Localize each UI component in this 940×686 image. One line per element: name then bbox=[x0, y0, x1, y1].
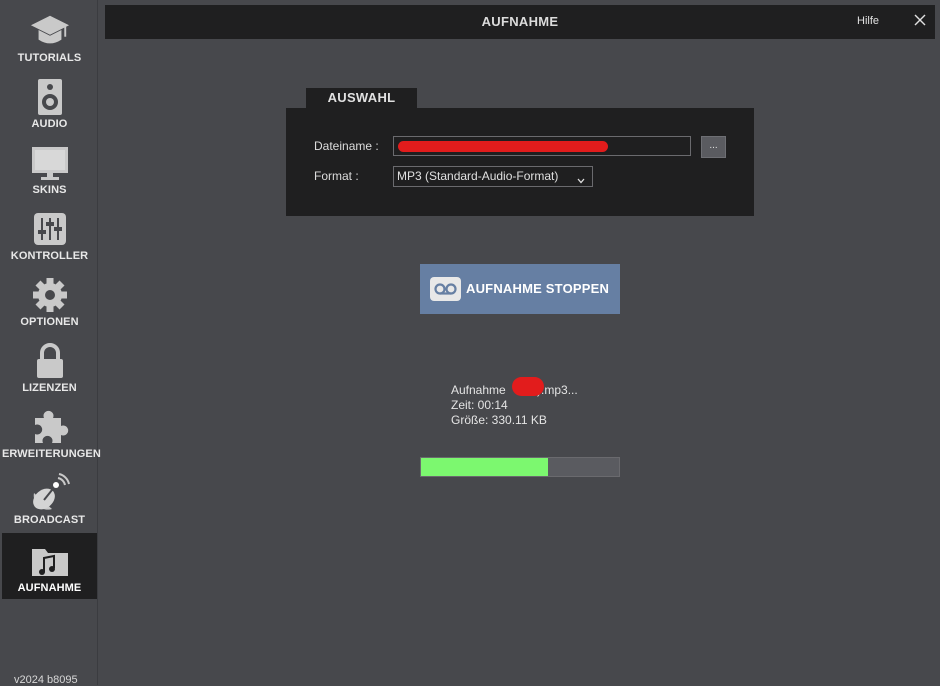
sidebar-item-audio[interactable]: AUDIO bbox=[2, 69, 97, 135]
format-select[interactable]: MP3 (Standard-Audio-Format) bbox=[393, 166, 593, 187]
stop-recording-button[interactable]: AUFNAHME STOPPEN bbox=[420, 264, 620, 314]
sidebar-item-skins[interactable]: SKINS bbox=[2, 135, 97, 201]
progress-fill bbox=[421, 458, 548, 476]
recording-progress-bar bbox=[420, 457, 620, 477]
monitor-icon bbox=[30, 143, 70, 183]
graduation-cap-icon bbox=[30, 11, 70, 51]
sidebar-item-optionen[interactable]: OPTIONEN bbox=[2, 267, 97, 333]
version-label: v2024 b8095 bbox=[14, 674, 78, 686]
browse-button[interactable]: ... bbox=[701, 136, 726, 158]
sidebar-item-label: OPTIONEN bbox=[20, 316, 79, 328]
sidebar-item-aufnahme[interactable]: AUFNAHME bbox=[2, 533, 97, 599]
sidebar-item-label: AUDIO bbox=[31, 118, 68, 130]
redaction-mark bbox=[512, 377, 544, 396]
sidebar-item-kontroller[interactable]: KONTROLLER bbox=[2, 201, 97, 267]
recording-size: Größe: 330.11 KB bbox=[451, 413, 547, 427]
sidebar-item-label: KONTROLLER bbox=[10, 250, 89, 262]
music-folder-icon bbox=[30, 541, 70, 581]
format-select-value: MP3 (Standard-Audio-Format) bbox=[397, 169, 559, 183]
recording-file-prefix: Aufnahme bbox=[451, 383, 510, 397]
selection-panel: Dateiname : ... Format : MP3 (Standard-A… bbox=[286, 108, 754, 216]
close-icon[interactable] bbox=[913, 13, 927, 27]
help-link[interactable]: Hilfe bbox=[857, 15, 879, 27]
sidebar: TUTORIALS AUDIO SKINS KONTROLLER OPTIONE… bbox=[0, 0, 101, 686]
sidebar-item-label: BROADCAST bbox=[13, 514, 86, 526]
redaction-mark bbox=[398, 141, 608, 152]
sidebar-item-label: AUFNAHME bbox=[17, 582, 82, 594]
satellite-dish-icon bbox=[30, 473, 70, 513]
speaker-icon bbox=[30, 77, 70, 117]
puzzle-icon bbox=[30, 407, 70, 447]
voicemail-icon bbox=[430, 277, 461, 306]
sidebar-item-tutorials[interactable]: TUTORIALS bbox=[2, 3, 97, 69]
filename-label: Dateiname : bbox=[314, 139, 379, 153]
sidebar-item-broadcast[interactable]: BROADCAST bbox=[2, 465, 97, 531]
gear-icon bbox=[30, 275, 70, 315]
recording-time: Zeit: 00:14 bbox=[451, 398, 508, 412]
sidebar-item-label: SKINS bbox=[32, 184, 67, 196]
title-bar: AUFNAHME Hilfe bbox=[105, 5, 935, 39]
chevron-down-icon bbox=[577, 172, 585, 191]
mixer-sliders-icon bbox=[30, 209, 70, 249]
sidebar-item-erweiterungen[interactable]: ERWEITERUNGEN bbox=[2, 399, 101, 465]
selection-tab: AUSWAHL bbox=[306, 88, 417, 108]
stop-recording-label: AUFNAHME STOPPEN bbox=[466, 281, 610, 296]
sidebar-item-label: TUTORIALS bbox=[17, 52, 82, 64]
lock-icon bbox=[30, 341, 70, 381]
sidebar-item-label: LIZENZEN bbox=[22, 382, 77, 394]
format-label: Format : bbox=[314, 169, 359, 183]
sidebar-item-lizenzen[interactable]: LIZENZEN bbox=[2, 333, 97, 399]
sidebar-item-label: ERWEITERUNGEN bbox=[2, 448, 101, 460]
page-title: AUFNAHME bbox=[481, 14, 559, 29]
